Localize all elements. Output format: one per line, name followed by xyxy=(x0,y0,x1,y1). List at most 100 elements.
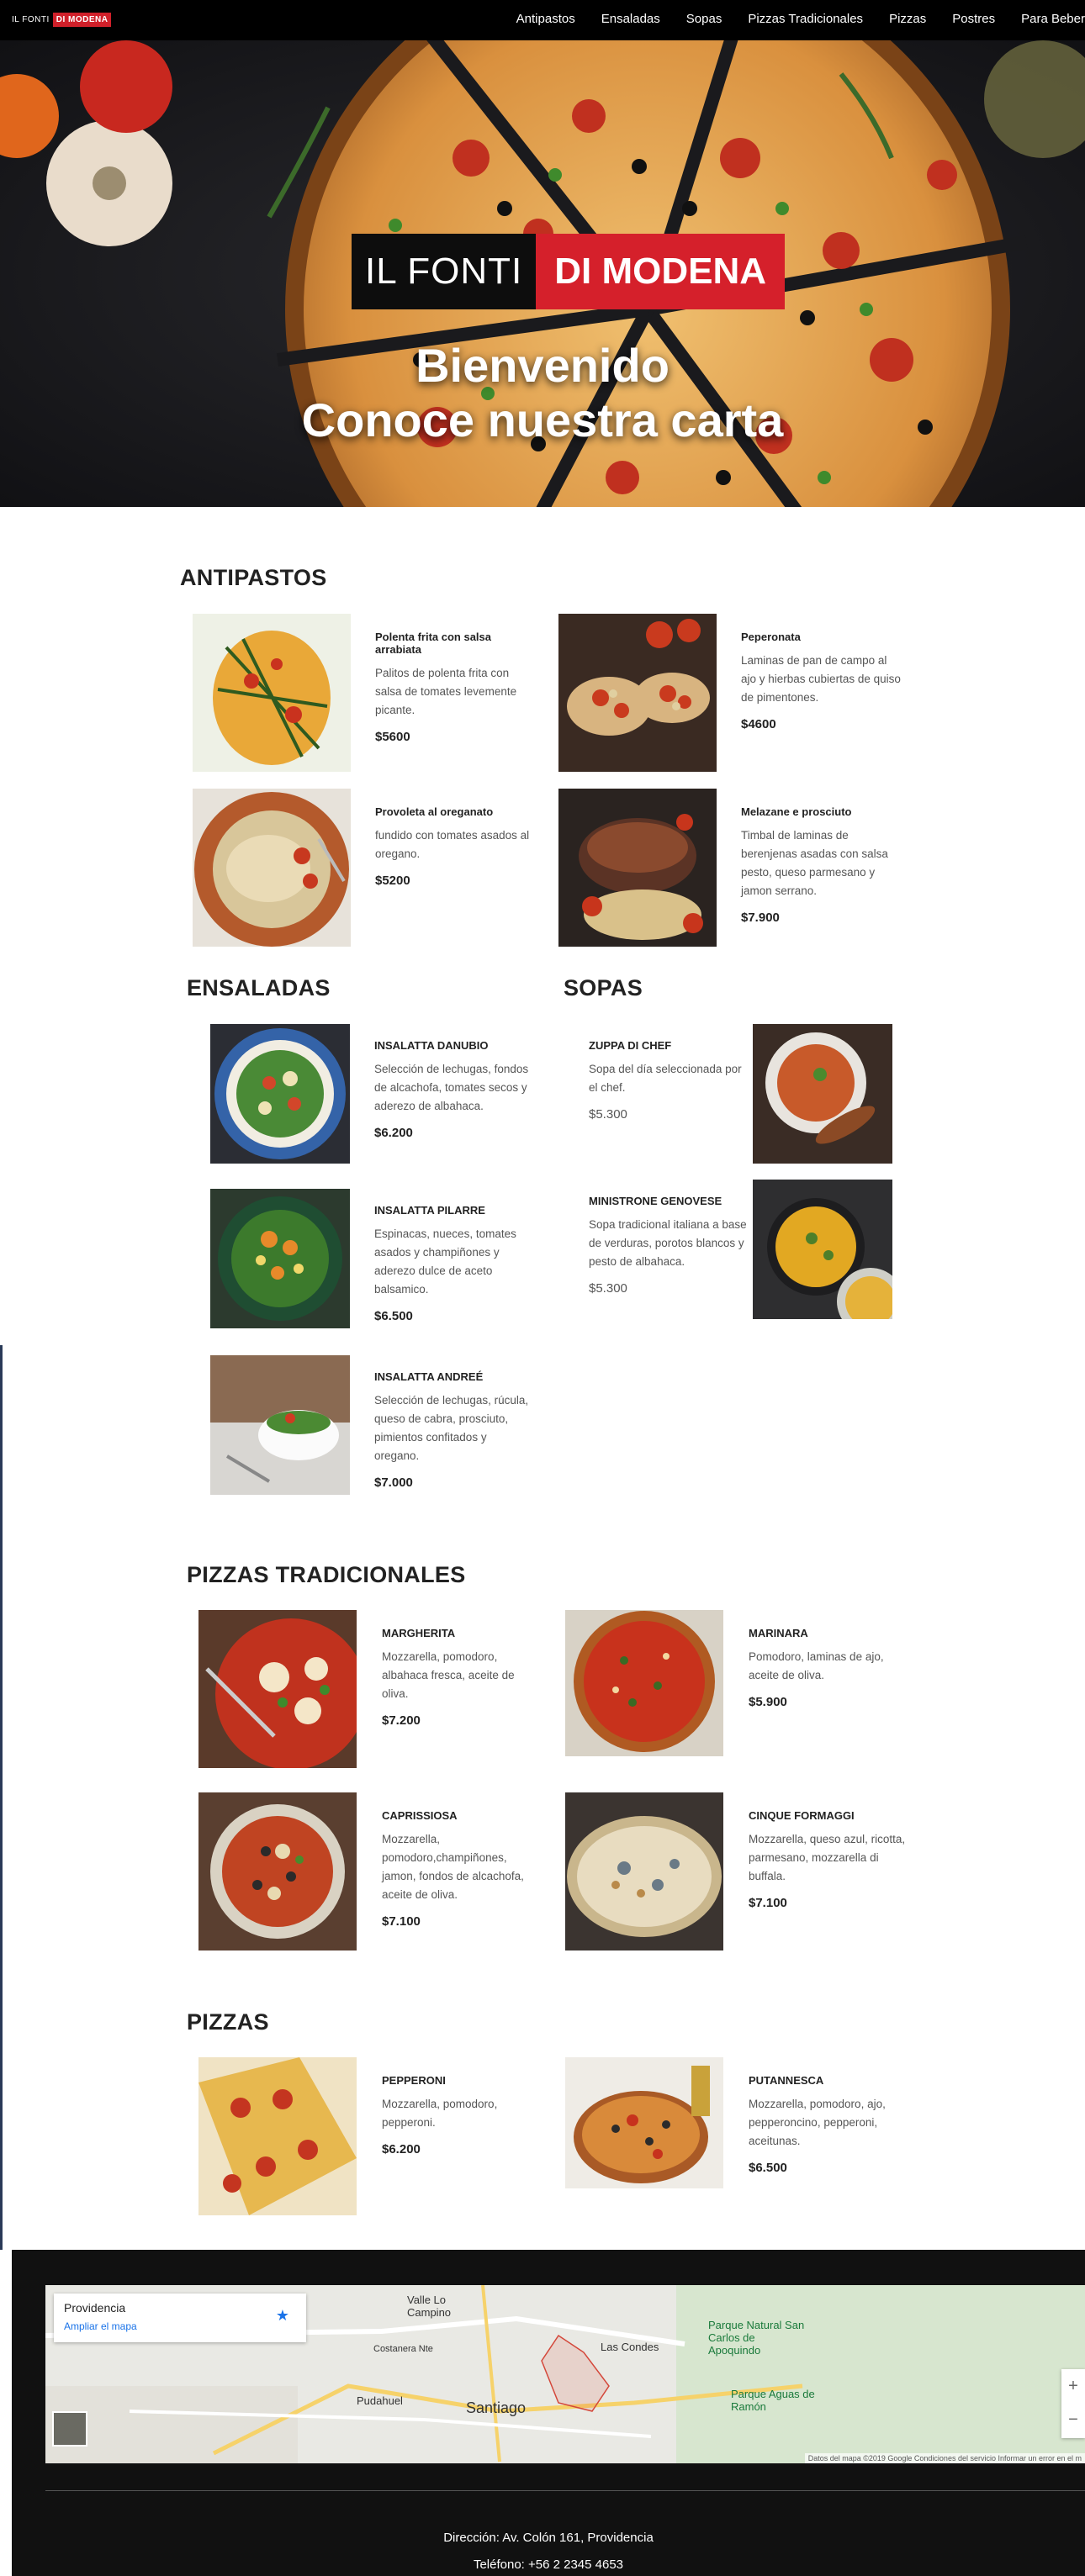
dish-description: Mozzarella, pomodoro, ajo, pepperoncino,… xyxy=(749,2098,886,2147)
footer: Providencia Ampliar el mapa ★ Valle Lo C… xyxy=(12,2250,1085,2576)
dish-name: Melazane e prosciuto xyxy=(741,805,852,818)
dish-description: Sopa del día seleccionada por el chef. xyxy=(589,1063,742,1094)
hero-logo-badge: DI MODENA xyxy=(536,234,786,309)
map-attribution: Datos del mapa ©2019 Google Condiciones … xyxy=(804,2453,1085,2463)
dish-description: Selección de lechugas, rúcula, queso de … xyxy=(374,1394,529,1462)
dish-price: $5.300 xyxy=(589,1281,627,1296)
dish-image xyxy=(198,1610,357,1768)
map-enlarge-link[interactable]: Ampliar el mapa xyxy=(64,2320,137,2332)
dish-name: PEPPERONI xyxy=(382,2074,446,2087)
dish-price: $6.500 xyxy=(374,1309,413,1323)
dish-name: MARINARA xyxy=(749,1627,808,1639)
dish-price: $4600 xyxy=(741,717,776,731)
dish-price: $6.200 xyxy=(374,1126,413,1140)
map-label: Valle Lo Campino xyxy=(407,2294,452,2319)
dish-image xyxy=(210,1024,350,1164)
dish-image xyxy=(565,1610,723,1756)
dish-name: INSALATTA ANDREÉ xyxy=(374,1370,484,1383)
dish-price: $7.000 xyxy=(374,1475,413,1490)
dish-image xyxy=(558,614,717,772)
map-label: Pudahuel xyxy=(357,2394,403,2407)
dish-name: CINQUE FORMAGGI xyxy=(749,1809,855,1822)
top-nav: IL FONTI DI MODENA Antipastos Ensaladas … xyxy=(0,0,1085,40)
dish-description: Timbal de laminas de berenjenas asadas c… xyxy=(741,829,888,897)
dish-name: Polenta frita con salsa arrabiata xyxy=(375,631,491,656)
nav-item-antipastos[interactable]: Antipastos xyxy=(516,12,575,26)
dish-name: CAPRISSIOSA xyxy=(382,1809,458,1822)
nav-menu: Antipastos Ensaladas Sopas Pizzas Tradic… xyxy=(490,12,1085,26)
dish-name: Provoleta al oreganato xyxy=(375,805,494,818)
dish-name: INSALATTA DANUBIO xyxy=(374,1039,489,1052)
page-edge-strip xyxy=(0,1345,3,2250)
map-label: Parque Natural San Carlos de Apoquindo xyxy=(708,2319,805,2357)
nav-item-pizzas-tradicionales[interactable]: Pizzas Tradicionales xyxy=(748,12,863,26)
section-title-antipastos: ANTIPASTOS xyxy=(180,565,327,590)
dish-price: $5200 xyxy=(375,874,410,888)
dish-image xyxy=(198,2057,357,2215)
dish-description: Pomodoro, laminas de ajo, aceite de oliv… xyxy=(749,1650,884,1681)
dish-description: Espinacas, nueces, tomates asados y cham… xyxy=(374,1227,516,1296)
dish-image xyxy=(565,1792,723,1950)
dish-image xyxy=(193,614,351,772)
nav-item-sopas[interactable]: Sopas xyxy=(686,12,722,26)
dish-name: Peperonata xyxy=(741,631,801,643)
nav-item-ensaladas[interactable]: Ensaladas xyxy=(601,12,660,26)
zoom-out-icon[interactable]: − xyxy=(1061,2403,1085,2436)
nav-logo-text: IL FONTI xyxy=(12,15,50,24)
map-place-name: Providencia xyxy=(64,2301,126,2315)
dish-image xyxy=(193,789,351,947)
dish-price: $7.100 xyxy=(382,1914,421,1929)
dish-price: $6.500 xyxy=(749,2161,787,2175)
dish-price: $7.200 xyxy=(382,1713,421,1728)
section-title-pizzas: PIZZAS xyxy=(187,2009,269,2035)
footer-address: Dirección: Av. Colón 161, Providencia xyxy=(443,2531,654,2545)
nav-item-pizzas[interactable]: Pizzas xyxy=(889,12,926,26)
dish-name: ZUPPA DI CHEF xyxy=(589,1039,672,1052)
map-zoom-controls[interactable]: + − xyxy=(1061,2369,1085,2438)
hero-logo: IL FONTI DI MODENA xyxy=(352,234,786,309)
nav-item-postres[interactable]: Postres xyxy=(952,12,995,26)
nav-logo[interactable]: IL FONTI DI MODENA xyxy=(12,13,112,27)
dish-price: $5600 xyxy=(375,730,410,744)
zoom-in-icon[interactable]: + xyxy=(1061,2369,1085,2403)
footer-phone: Teléfono: +56 2 2345 4653 xyxy=(473,2558,624,2572)
google-map[interactable]: Providencia Ampliar el mapa ★ Valle Lo C… xyxy=(45,2285,1085,2463)
dish-price: $5.900 xyxy=(749,1695,787,1709)
dish-description: Mozzarella, pomodoro, albahaca fresca, a… xyxy=(382,1650,515,1700)
section-title-ensaladas: ENSALADAS xyxy=(187,975,331,1000)
hero-heading-menu: Conoce nuestra carta xyxy=(301,393,784,446)
footer-divider xyxy=(45,2490,1085,2491)
dish-name: MARGHERITA xyxy=(382,1627,456,1639)
dish-description: Laminas de pan de campo al ajo y hierbas… xyxy=(741,654,901,704)
dish-image xyxy=(210,1189,350,1328)
dish-description: Mozzarella, pomodoro,champiñones, jamon,… xyxy=(382,1833,524,1901)
dish-description: Mozzarella, pomodoro, pepperoni. xyxy=(382,2098,498,2129)
dish-image xyxy=(753,1180,892,1319)
map-label: Santiago xyxy=(466,2399,527,2416)
map-label: Parque Aguas de Ramón xyxy=(731,2388,815,2413)
hero-banner: IL FONTI DI MODENA Bienvenido Conoce nue… xyxy=(0,40,1085,507)
hero-logo-text: IL FONTI xyxy=(352,234,537,309)
hero-heading-welcome: Bienvenido xyxy=(415,339,670,392)
dish-description: Sopa tradicional italiana a base de verd… xyxy=(589,1218,747,1268)
save-star-icon[interactable]: ★ xyxy=(276,2307,289,2325)
map-place-card: Providencia Ampliar el mapa ★ xyxy=(54,2294,306,2342)
dish-image xyxy=(198,1792,357,1950)
map-label: Costanera Nte xyxy=(373,2344,433,2354)
dish-description: Palitos de polenta frita con salsa de to… xyxy=(375,667,517,716)
dish-name: INSALATTA PILARRE xyxy=(374,1204,485,1217)
dish-image xyxy=(210,1355,350,1495)
dish-description: Mozzarella, queso azul, ricotta, parmesa… xyxy=(749,1833,906,1882)
section-title-sopas: SOPAS xyxy=(564,975,643,1000)
nav-item-para-beber[interactable]: Para Beber xyxy=(1021,12,1085,26)
dish-image xyxy=(558,789,717,947)
dish-description: fundido con tomates asados al oregano. xyxy=(375,829,530,860)
map-label: Las Condes xyxy=(601,2341,659,2353)
satellite-toggle[interactable] xyxy=(52,2411,87,2447)
dish-price: $6.200 xyxy=(382,2142,421,2156)
dish-price: $5.300 xyxy=(589,1107,627,1122)
section-title-pizzas-tradicionales: PIZZAS TRADICIONALES xyxy=(187,1562,466,1587)
dish-price: $7.900 xyxy=(741,911,780,925)
dish-image xyxy=(753,1024,892,1164)
dish-image xyxy=(565,2057,723,2188)
